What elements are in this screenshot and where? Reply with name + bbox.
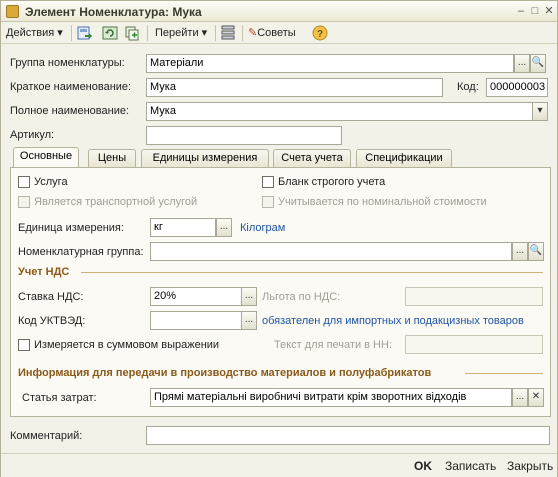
nominal-value-label: Учитывается по номинальной стоимости	[278, 196, 487, 208]
production-section-title: Информация для передачи в производство м…	[18, 367, 432, 379]
short-name-field[interactable]: Мука	[146, 78, 443, 97]
tips-button[interactable]: ✎Советы	[248, 25, 296, 41]
transport-service-label: Является транспортной услугой	[34, 196, 198, 208]
close-icon[interactable]: ✕	[542, 5, 556, 18]
goto-label: Перейти	[155, 27, 199, 39]
help-icon[interactable]: ?	[312, 25, 328, 41]
save-button[interactable]: Записать	[445, 459, 496, 473]
search-icon[interactable]: 🔍	[528, 242, 544, 261]
clear-icon[interactable]: ✕	[528, 388, 544, 407]
save-and-close-icon[interactable]	[76, 25, 92, 41]
section-divider	[465, 373, 543, 374]
full-name-field[interactable]: Мука	[146, 102, 533, 121]
refresh-icon[interactable]	[102, 25, 118, 41]
ok-button[interactable]: OK	[414, 459, 432, 473]
document-icon	[6, 5, 19, 18]
goto-menu-button[interactable]: Перейти ▾	[155, 25, 207, 41]
uktved-select-button[interactable]: ...	[241, 311, 257, 330]
vat-rate-label: Ставка НДС:	[18, 291, 84, 303]
vat-rate-field[interactable]: 20%	[150, 287, 242, 306]
print-text-field	[405, 335, 543, 354]
copy-icon[interactable]	[124, 25, 140, 41]
group-label: Группа номенклатуры:	[10, 57, 125, 69]
article-label: Артикул:	[10, 129, 55, 141]
comment-label: Комментарий:	[10, 430, 83, 442]
footer-bar: OK Записать Закрыть	[1, 453, 557, 477]
unit-label: Единица измерения:	[18, 222, 124, 234]
vat-benefit-field	[405, 287, 543, 306]
strict-blank-label: Бланк строгого учета	[278, 176, 386, 188]
comment-field[interactable]	[146, 426, 550, 445]
vat-rate-select-button[interactable]: ...	[241, 287, 257, 306]
short-name-label: Краткое наименование:	[10, 81, 132, 93]
vat-section-title: Учет НДС	[18, 266, 70, 278]
tab-accounts[interactable]: Счета учета	[273, 149, 351, 167]
toolbar-separator	[215, 25, 216, 41]
pen-icon: ✎	[248, 27, 258, 39]
window-title: Элемент Номенклатура: Мука	[25, 5, 202, 19]
tab-units[interactable]: Единицы измерения	[141, 149, 269, 167]
group-select-button[interactable]: ...	[514, 54, 530, 73]
vat-benefit-label: Льгота по НДС:	[262, 291, 341, 303]
service-checkbox[interactable]	[18, 176, 30, 188]
sum-measure-checkbox[interactable]	[18, 339, 30, 351]
code-field[interactable]: 000000003	[486, 78, 548, 97]
service-label: Услуга	[34, 176, 68, 188]
nominal-value-checkbox	[262, 196, 274, 208]
toolbar-separator	[242, 25, 243, 41]
nomenclature-group-label: Номенклатурная группа:	[18, 246, 144, 258]
print-text-label: Текст для печати в НН:	[274, 339, 392, 351]
dropdown-arrow-icon: ▾	[57, 27, 63, 39]
toolbar-separator	[147, 25, 148, 41]
full-name-label: Полное наименование:	[10, 105, 130, 117]
unit-field[interactable]: кг	[150, 218, 216, 237]
article-field[interactable]	[146, 126, 342, 145]
close-button[interactable]: Закрыть	[507, 459, 553, 473]
group-field[interactable]: Матеріали	[146, 54, 514, 73]
actions-label: Действия	[6, 27, 55, 39]
nomenclature-group-field[interactable]	[150, 242, 512, 261]
search-icon[interactable]: 🔍	[530, 54, 546, 73]
title-bar: Элемент Номенклатура: Мука – □ ✕	[1, 1, 557, 22]
tab-main[interactable]: Основные	[13, 147, 79, 167]
cost-item-label: Статья затрат:	[22, 392, 97, 404]
unit-select-button[interactable]: ...	[216, 218, 232, 237]
toolbar: Действия ▾ Перейти ▾ ✎Советы ?	[1, 22, 557, 44]
section-divider	[81, 272, 543, 273]
dropdown-arrow-icon: ▾	[201, 27, 208, 39]
item-form-window: Элемент Номенклатура: Мука – □ ✕ Действи…	[0, 0, 558, 477]
unit-full-name-link[interactable]: Кілограм	[240, 222, 285, 234]
dropdown-arrow-icon[interactable]: ▾	[532, 102, 548, 121]
tab-specifications[interactable]: Спецификации	[356, 149, 452, 167]
code-label: Код:	[457, 81, 479, 93]
maximize-icon[interactable]: □	[528, 5, 542, 18]
svg-text:?: ?	[317, 29, 323, 40]
transport-service-checkbox	[18, 196, 30, 208]
tab-prices[interactable]: Цены	[88, 149, 136, 167]
uktved-label: Код УКТВЭД:	[18, 315, 86, 327]
uktved-field[interactable]	[150, 311, 242, 330]
cost-item-select-button[interactable]: ...	[512, 388, 528, 407]
uktved-hint-link[interactable]: обязателен для импортных и подакцизных т…	[262, 315, 524, 327]
structure-icon[interactable]	[220, 25, 236, 41]
minimize-icon[interactable]: –	[514, 5, 528, 18]
nomenclature-group-select-button[interactable]: ...	[512, 242, 528, 261]
sum-measure-label: Измеряется в суммовом выражении	[34, 339, 220, 351]
strict-blank-checkbox[interactable]	[262, 176, 274, 188]
actions-menu-button[interactable]: Действия ▾	[6, 25, 63, 41]
cost-item-field[interactable]: Прямі матеріальні виробничі витрати крім…	[150, 388, 512, 407]
toolbar-separator	[71, 25, 72, 41]
tips-label: Советы	[257, 27, 296, 39]
